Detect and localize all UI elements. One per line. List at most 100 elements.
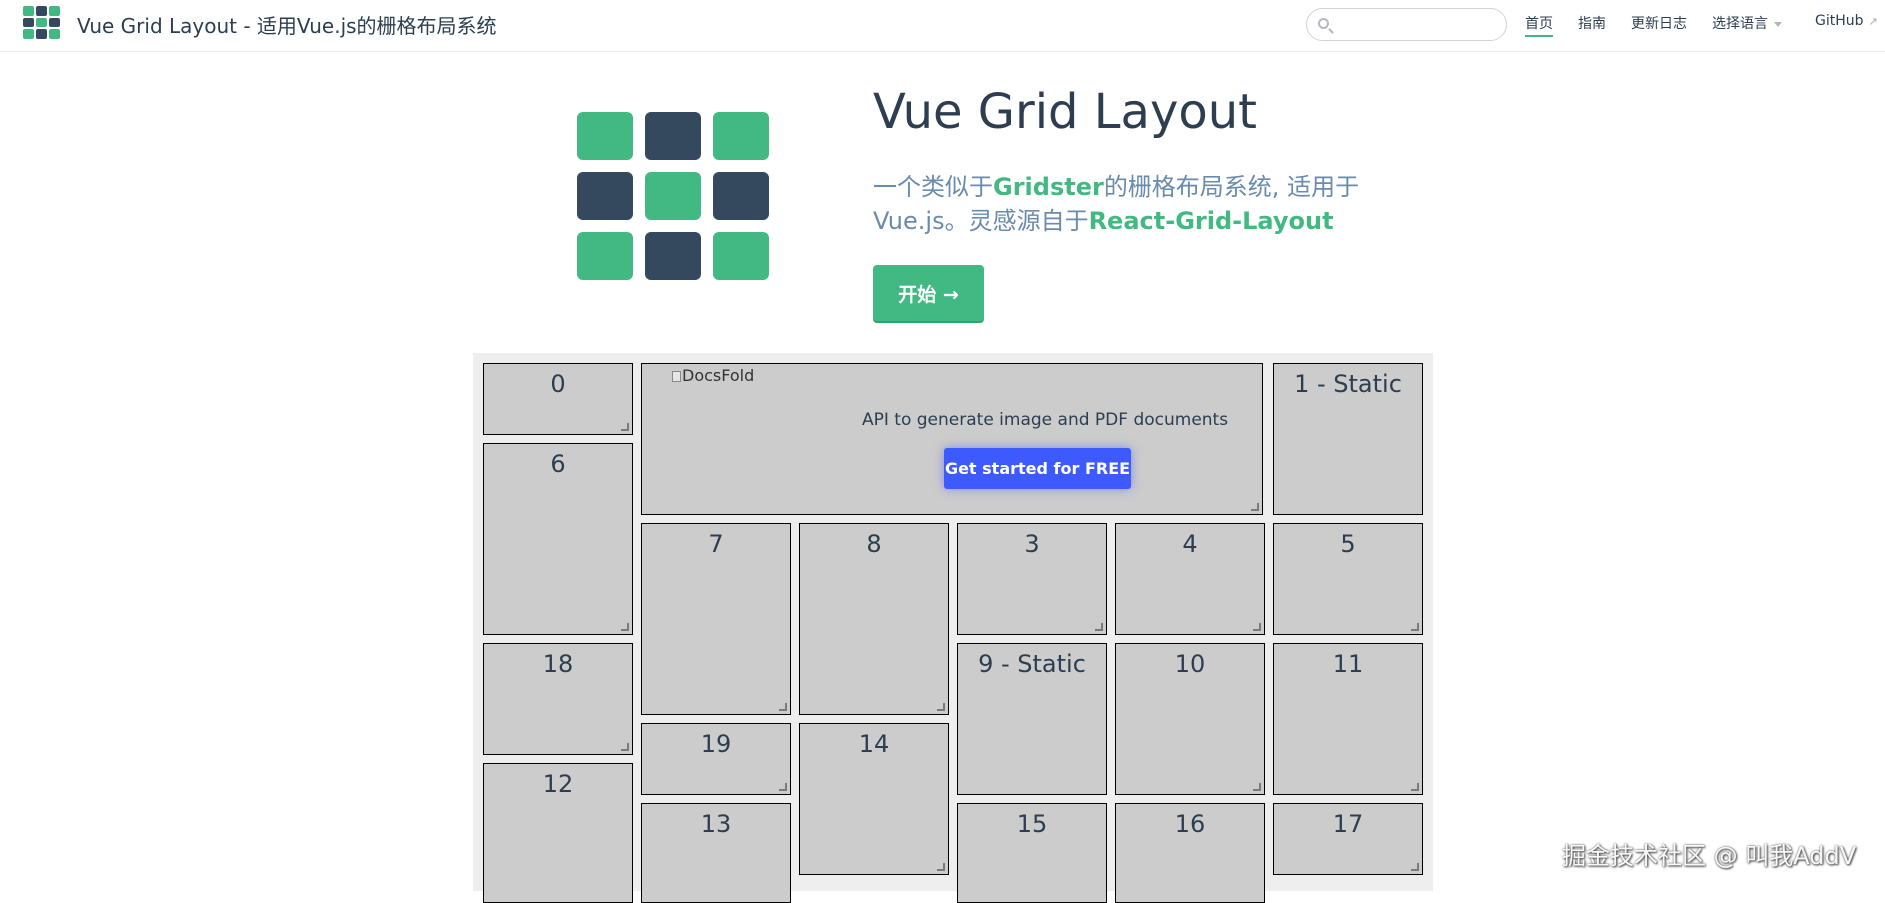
logo-square <box>645 172 701 220</box>
logo-square <box>577 172 633 220</box>
grid-item-ad[interactable]: DocsFold API to generate image and PDF d… <box>641 363 1263 515</box>
logo-square <box>713 232 769 280</box>
hero-description: 一个类似于Gridster的栅格布局系统, 适用于Vue.js。灵感源自于Rea… <box>873 170 1383 238</box>
resize-handle-icon[interactable] <box>1411 863 1419 871</box>
logo-square <box>23 29 34 39</box>
grid-item-17[interactable]: 17 <box>1273 803 1423 875</box>
watermark: 掘金技术社区 @ 叫我AddV <box>1562 842 1857 870</box>
resize-handle-icon[interactable] <box>621 423 629 431</box>
logo-square <box>577 112 633 160</box>
grid-item-label: 3 <box>1024 530 1040 558</box>
logo-square <box>713 112 769 160</box>
resize-handle-icon[interactable] <box>1253 783 1261 791</box>
logo-square <box>23 17 34 28</box>
logo-square <box>36 17 47 28</box>
nav-link-github[interactable]: GitHub ↗ <box>1815 13 1878 29</box>
logo-square <box>49 29 60 39</box>
resize-handle-icon[interactable] <box>1411 623 1419 631</box>
logo-square <box>23 6 34 16</box>
search-icon <box>1318 18 1329 29</box>
hero-logo <box>577 112 770 281</box>
grid-item-19[interactable]: 19 <box>641 723 791 795</box>
grid-item-label: 6 <box>550 450 566 478</box>
nav-language-dropdown[interactable]: 选择语言 <box>1712 13 1782 33</box>
grid-item-label: 4 <box>1182 530 1198 558</box>
grid-item-3[interactable]: 3 <box>957 523 1107 635</box>
nav-link-guide[interactable]: 指南 <box>1578 13 1606 33</box>
grid-item-label: 12 <box>542 770 574 798</box>
grid-item-label: 9 - Static <box>978 650 1086 678</box>
hero-title: Vue Grid Layout <box>873 84 1257 140</box>
grid-item-18[interactable]: 18 <box>483 643 633 755</box>
resize-handle-icon[interactable] <box>1253 623 1261 631</box>
grid-logo-icon[interactable] <box>23 6 60 39</box>
grid-item-label: 7 <box>708 530 724 558</box>
grid-item-12[interactable]: 12 <box>483 763 633 903</box>
nav-link-changelog[interactable]: 更新日志 <box>1631 13 1687 33</box>
grid-item-label: 16 <box>1174 810 1206 838</box>
search-input[interactable] <box>1337 13 1501 38</box>
logo-square <box>645 112 701 160</box>
site-title[interactable]: Vue Grid Layout - 适用Vue.js的栅格布局系统 <box>77 10 497 39</box>
grid-item-label: 5 <box>1340 530 1356 558</box>
grid-item-9-static[interactable]: 9 - Static <box>957 643 1107 795</box>
resize-handle-icon[interactable] <box>621 623 629 631</box>
grid-item-label: 13 <box>700 810 732 838</box>
grid-item-7[interactable]: 7 <box>641 523 791 715</box>
logo-square <box>645 232 701 280</box>
grid-item-6[interactable]: 6 <box>483 443 633 635</box>
grid-item-15[interactable]: 15 <box>957 803 1107 903</box>
grid-item-label: 10 <box>1174 650 1206 678</box>
top-navbar: Vue Grid Layout - 适用Vue.js的栅格布局系统 首页 指南 … <box>0 0 1885 52</box>
get-started-button[interactable]: 开始 → <box>873 265 984 323</box>
github-label: GitHub <box>1815 13 1864 29</box>
grid-item-4[interactable]: 4 <box>1115 523 1265 635</box>
grid-item-1-static[interactable]: 1 - Static <box>1273 363 1423 515</box>
language-label: 选择语言 <box>1712 16 1768 32</box>
get-started-free-button[interactable]: Get started for FREE <box>944 448 1131 489</box>
grid-item-14[interactable]: 14 <box>799 723 949 875</box>
docsfold-image[interactable]: DocsFold <box>672 366 754 385</box>
nav-link-home[interactable]: 首页 <box>1525 13 1553 37</box>
resize-handle-icon[interactable] <box>1411 783 1419 791</box>
logo-square <box>713 172 769 220</box>
logo-square <box>36 29 47 39</box>
grid-item-label: 8 <box>866 530 882 558</box>
grid-item-label: 11 <box>1332 650 1364 678</box>
desc-text: 一个类似于 <box>873 173 993 201</box>
grid-item-0[interactable]: 0 <box>483 363 633 435</box>
grid-item-13[interactable]: 13 <box>641 803 791 903</box>
resize-handle-icon[interactable] <box>937 863 945 871</box>
grid-item-label: 19 <box>700 730 732 758</box>
grid-item-5[interactable]: 5 <box>1273 523 1423 635</box>
grid-item-label: 14 <box>858 730 890 758</box>
resize-handle-icon[interactable] <box>1095 623 1103 631</box>
grid-item-8[interactable]: 8 <box>799 523 949 715</box>
broken-image-icon <box>672 371 681 382</box>
logo-square <box>577 232 633 280</box>
logo-square <box>49 17 60 28</box>
resize-handle-icon[interactable] <box>621 743 629 751</box>
gridster-highlight: Gridster <box>993 173 1104 201</box>
grid-item-11[interactable]: 11 <box>1273 643 1423 795</box>
resize-handle-icon[interactable] <box>937 703 945 711</box>
grid-item-10[interactable]: 10 <box>1115 643 1265 795</box>
grid-item-label: 15 <box>1016 810 1048 838</box>
image-alt-text: DocsFold <box>682 366 755 385</box>
search-box[interactable] <box>1306 8 1507 41</box>
grid-item-label: 17 <box>1332 810 1364 838</box>
ad-text: API to generate image and PDF documents <box>862 410 1229 430</box>
logo-square <box>49 6 60 16</box>
grid-layout-demo: 0 6 18 12 DocsFold API to generate image… <box>473 353 1433 903</box>
react-grid-layout-highlight: React-Grid-Layout <box>1088 207 1334 235</box>
grid-item-label: 0 <box>550 370 566 398</box>
external-link-icon: ↗ <box>1868 15 1878 28</box>
logo-square <box>36 6 47 16</box>
grid-item-16[interactable]: 16 <box>1115 803 1265 903</box>
grid-item-label: 1 - Static <box>1294 370 1402 398</box>
resize-handle-icon[interactable] <box>779 783 787 791</box>
grid-item-label: 18 <box>542 650 574 678</box>
resize-handle-icon[interactable] <box>779 703 787 711</box>
chevron-down-icon <box>1774 21 1782 27</box>
resize-handle-icon[interactable] <box>1251 503 1259 511</box>
